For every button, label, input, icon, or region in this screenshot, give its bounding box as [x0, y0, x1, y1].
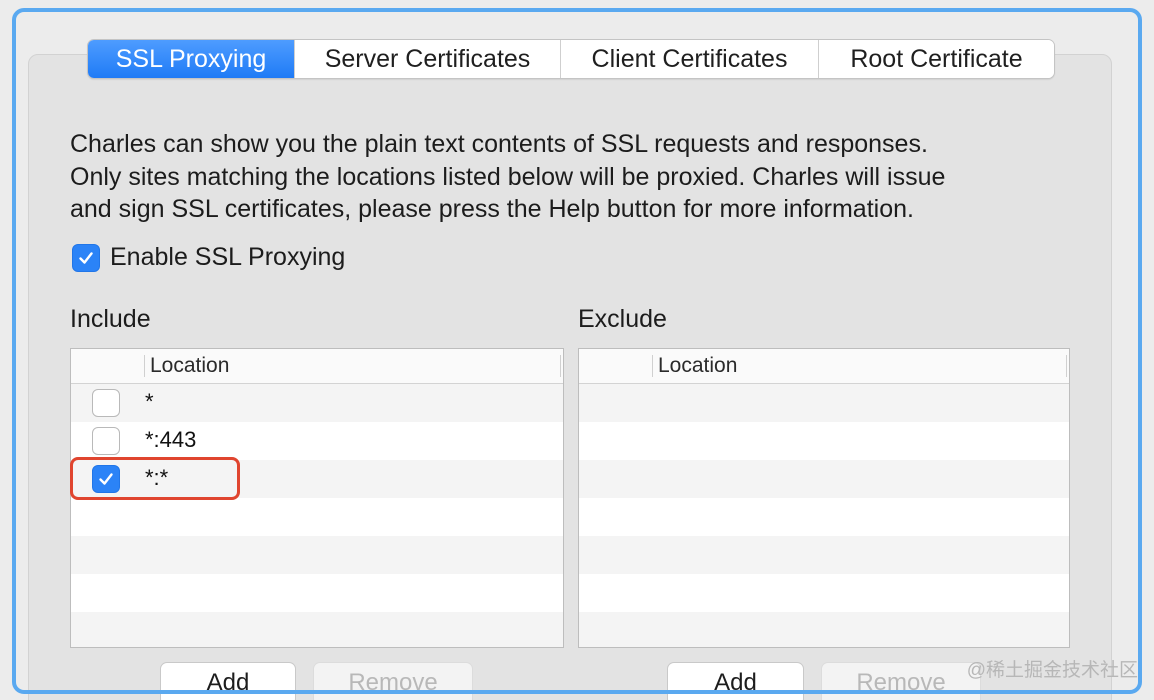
include-table: Location * *:443 *:* [70, 348, 564, 648]
include-add-button[interactable]: Add [160, 662, 296, 700]
location-cell: *:* [145, 465, 169, 490]
exclude-location-column-header[interactable]: Location [658, 354, 737, 378]
location-cell: * [145, 389, 154, 414]
include-table-header: Location [71, 349, 563, 384]
checkmark-icon [79, 251, 93, 264]
description-line-3: and sign SSL certificates, please press … [70, 195, 914, 223]
column-separator [652, 355, 653, 377]
include-row-3-checkbox[interactable] [92, 465, 120, 493]
empty-row [71, 536, 563, 574]
description-line-2: Only sites matching the locations listed… [70, 162, 946, 191]
table-row[interactable]: *:* [71, 460, 563, 498]
include-remove-button[interactable]: Remove [313, 662, 473, 700]
empty-row [579, 422, 1069, 460]
enable-ssl-proxying-row: Enable SSL Proxying [72, 243, 345, 272]
empty-row [579, 460, 1069, 498]
tab-root-certificate[interactable]: Root Certificate [818, 40, 1054, 78]
empty-row [579, 612, 1069, 647]
empty-row [579, 498, 1069, 536]
column-separator [144, 355, 145, 377]
empty-row [579, 384, 1069, 422]
exclude-table-header: Location [579, 349, 1069, 384]
column-separator [560, 355, 561, 377]
exclude-remove-button[interactable]: Remove [821, 662, 981, 700]
table-row[interactable]: * [71, 384, 563, 422]
description-line-1: Charles can show you the plain text cont… [70, 130, 928, 158]
watermark: @稀土掘金技术社区 [966, 660, 1138, 681]
include-row-2-checkbox[interactable] [92, 427, 120, 455]
empty-row [71, 612, 563, 647]
include-location-column-header[interactable]: Location [150, 354, 229, 378]
checkmark-icon [99, 473, 113, 485]
tab-server-certificates[interactable]: Server Certificates [294, 40, 560, 78]
empty-row [71, 498, 563, 536]
empty-row [579, 536, 1069, 574]
include-row-1-checkbox[interactable] [92, 389, 120, 417]
enable-ssl-proxying-label: Enable SSL Proxying [110, 243, 346, 271]
tab-client-certificates[interactable]: Client Certificates [560, 40, 818, 78]
empty-row [71, 574, 563, 612]
tab-bar: SSL Proxying Server Certificates Client … [87, 39, 1055, 79]
exclude-add-button[interactable]: Add [667, 662, 804, 700]
enable-ssl-proxying-checkbox[interactable] [72, 243, 100, 272]
description-text: Charles can show you the plain text cont… [70, 128, 1070, 226]
empty-row [579, 574, 1069, 612]
location-cell: *:443 [145, 427, 197, 452]
exclude-label: Exclude [578, 305, 667, 333]
table-row[interactable]: *:443 [71, 422, 563, 460]
exclude-table: Location [578, 348, 1070, 648]
column-separator [1066, 355, 1067, 377]
tab-ssl-proxying[interactable]: SSL Proxying [88, 40, 294, 78]
ssl-proxying-settings-window: SSL Proxying Server Certificates Client … [0, 0, 1154, 700]
include-label: Include [70, 305, 151, 333]
